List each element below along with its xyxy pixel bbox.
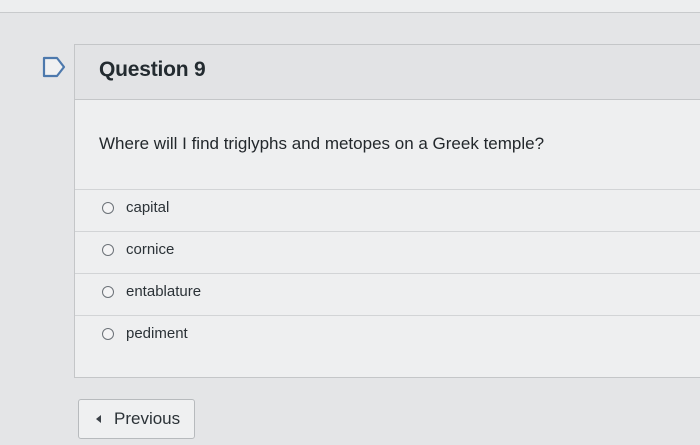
answer-label[interactable]: pediment xyxy=(126,325,188,342)
radio-button[interactable] xyxy=(102,244,114,256)
answer-option-pediment[interactable]: pediment xyxy=(75,315,700,357)
radio-button[interactable] xyxy=(102,286,114,298)
top-divider xyxy=(0,0,700,13)
question-text: Where will I find triglyphs and metopes … xyxy=(99,134,545,153)
answer-option-entablature[interactable]: entablature xyxy=(75,273,700,315)
caret-left-icon xyxy=(96,415,101,423)
previous-label: Previous xyxy=(114,409,181,428)
answer-label[interactable]: capital xyxy=(126,199,169,216)
radio-button[interactable] xyxy=(102,328,114,340)
question-header: Question 9 xyxy=(75,45,700,100)
radio-button[interactable] xyxy=(102,202,114,214)
question-card: Question 9 Where will I find triglyphs a… xyxy=(74,44,700,378)
question-title: Question 9 xyxy=(99,58,206,81)
answer-option-capital[interactable]: capital xyxy=(75,189,700,231)
previous-button[interactable]: Previous xyxy=(78,399,195,439)
answer-label[interactable]: entablature xyxy=(126,283,201,300)
flag-bookmark-icon[interactable] xyxy=(38,52,68,82)
answer-label[interactable]: cornice xyxy=(126,241,174,258)
answer-option-cornice[interactable]: cornice xyxy=(75,231,700,273)
